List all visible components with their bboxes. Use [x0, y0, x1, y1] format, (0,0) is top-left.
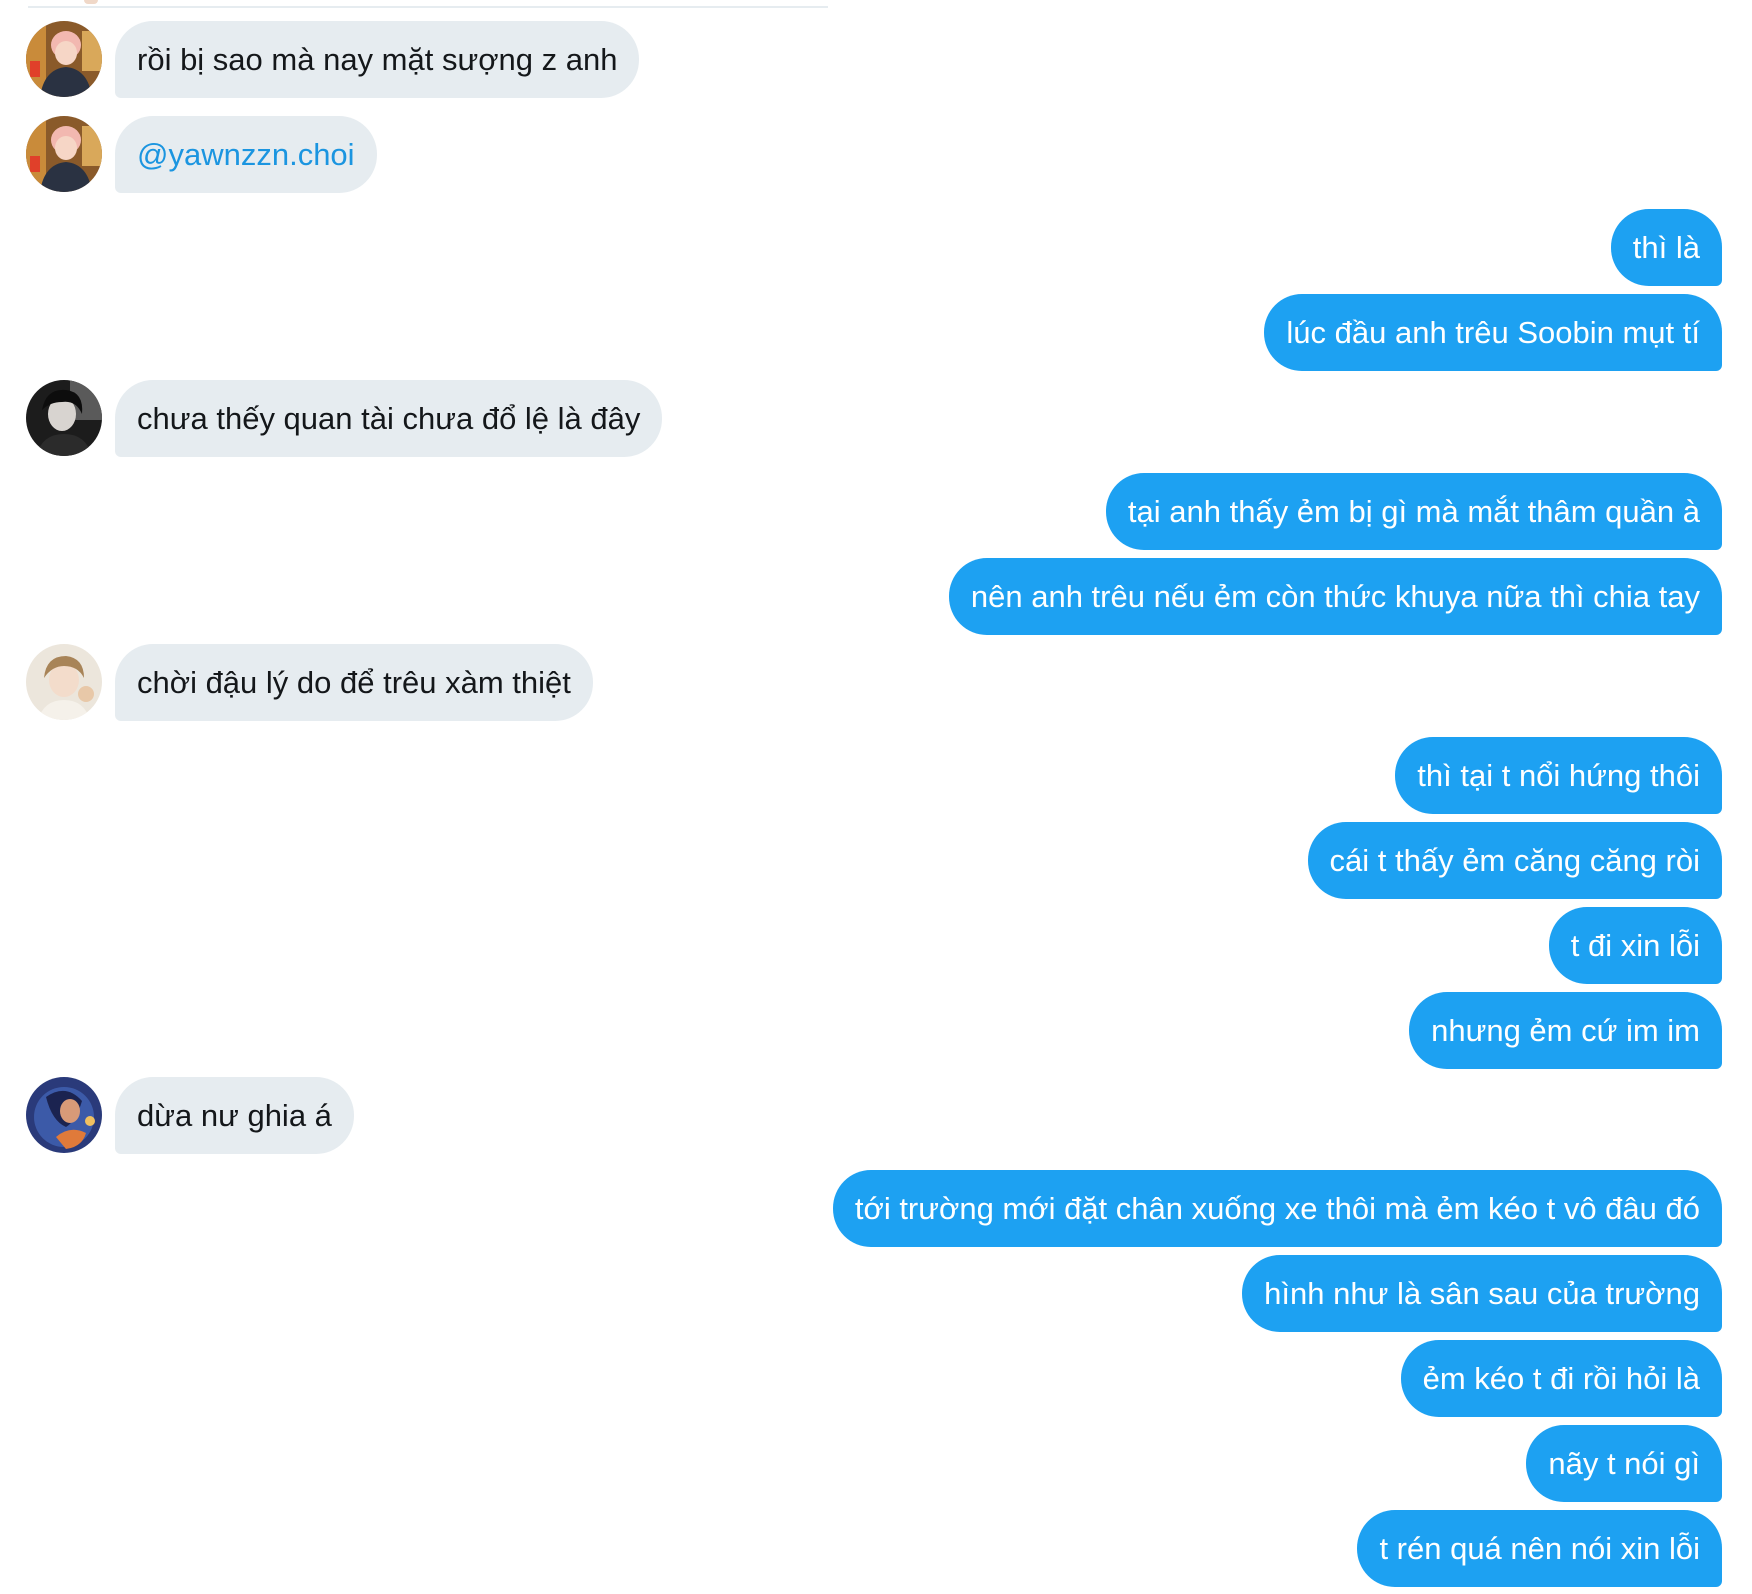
outgoing-message[interactable]: t rén quá nên nói xin lỗi — [1357, 1510, 1722, 1587]
previous-avatar-edge — [84, 0, 98, 4]
pink-hair-avatar-icon — [26, 116, 102, 192]
user-mention-link[interactable]: @yawnzzn.choi — [137, 137, 355, 172]
incoming-message[interactable]: dừa nư ghia á — [115, 1077, 354, 1154]
outgoing-message[interactable]: cái t thấy ẻm căng căng ròi — [1307, 822, 1722, 899]
incoming-message[interactable]: @yawnzzn.choi — [115, 116, 377, 193]
outgoing-message[interactable]: ẻm kéo t đi rồi hỏi là — [1400, 1340, 1722, 1417]
top-divider — [28, 0, 828, 8]
incoming-message[interactable]: chưa thếy quan tài chưa đổ lệ là đây — [115, 380, 663, 457]
outgoing-message[interactable]: thì tại t nổi hứng thôi — [1395, 737, 1722, 814]
outgoing-message[interactable]: tại anh thấy ẻm bị gì mà mắt thâm quần à — [1105, 473, 1722, 550]
illustrated-avatar-icon — [26, 1077, 102, 1153]
avatar[interactable] — [26, 116, 102, 192]
outgoing-message[interactable]: nên anh trêu nếu ẻm còn thức khuya nữa t… — [948, 558, 1722, 635]
dark-hair-avatar-icon — [26, 380, 102, 456]
outgoing-message[interactable]: t đi xin lỗi — [1548, 907, 1722, 984]
avatar[interactable] — [26, 1077, 102, 1153]
avatar[interactable] — [26, 380, 102, 456]
incoming-message[interactable]: chời đậu lý do để trêu xàm thiệt — [115, 644, 593, 721]
avatar[interactable] — [26, 644, 102, 720]
outgoing-message[interactable]: lúc đầu anh trêu Soobin mụt tí — [1264, 294, 1722, 371]
avatar[interactable] — [26, 21, 102, 97]
incoming-message[interactable]: rồi bị sao mà nay mặt sượng z anh — [115, 21, 640, 98]
pink-hair-avatar-icon — [26, 21, 102, 97]
outgoing-message[interactable]: hình như là sân sau của trường — [1242, 1255, 1722, 1332]
outgoing-message[interactable]: nhưng ẻm cứ im im — [1409, 992, 1722, 1069]
outgoing-message[interactable]: tới trường mới đặt chân xuống xe thôi mà… — [832, 1170, 1722, 1247]
outgoing-message[interactable]: nãy t nói gì — [1526, 1425, 1722, 1502]
outgoing-message[interactable]: thì là — [1610, 209, 1722, 286]
light-hair-avatar-icon — [26, 644, 102, 720]
